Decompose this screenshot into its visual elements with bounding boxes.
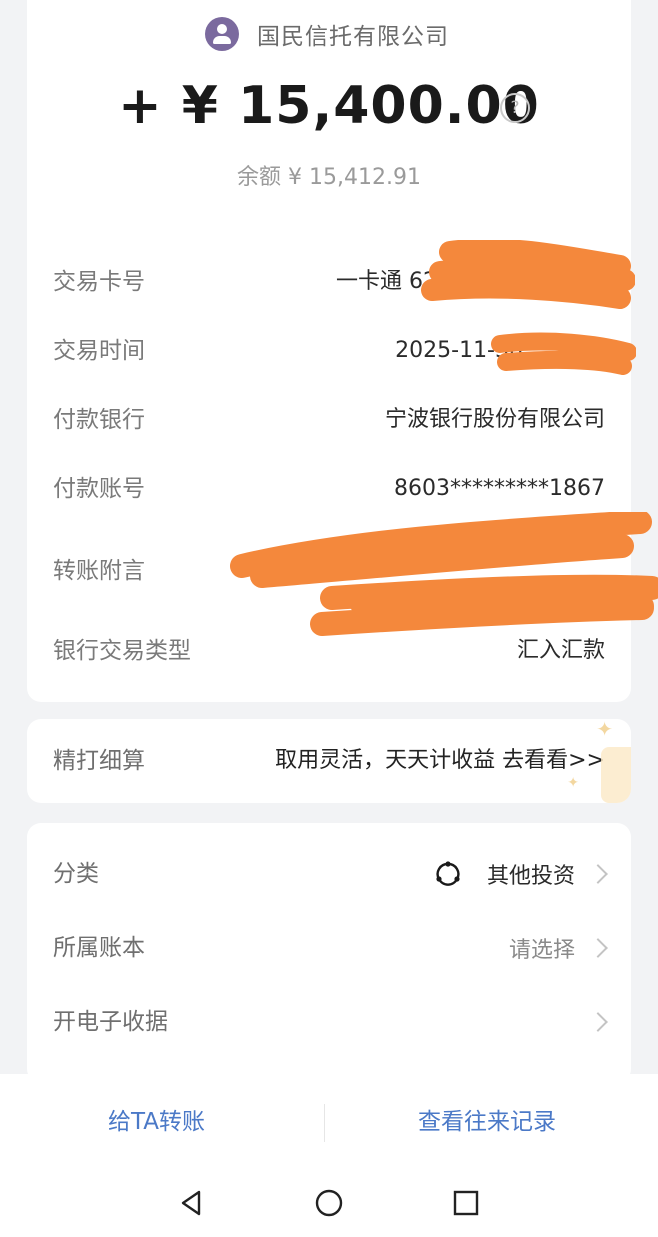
payer-name: 国民信托有限公司 [257, 24, 449, 50]
home-icon[interactable] [314, 1188, 344, 1218]
avatar-icon [205, 17, 239, 51]
detail-label: 银行交易类型 [53, 638, 191, 664]
setting-value: 其他投资 [486, 864, 575, 889]
balance-text: 余额 ¥ 15,412.91 [237, 165, 421, 190]
chevron-right-icon [588, 1012, 608, 1032]
view-history-button[interactable]: 查看往来记录 [418, 1102, 556, 1142]
bottom-action-bar: 给TA转账 查看往来记录 [0, 1074, 658, 1170]
setting-value: 请选择 [508, 938, 575, 963]
detail-row-payer-bank: 付款银行 宁波银行股份有限公司 [27, 400, 631, 440]
detail-row-memo: 转账附言 [27, 551, 631, 591]
detail-label: 付款银行 [53, 407, 145, 433]
detail-row-transaction-type: 银行交易类型 汇入汇款 [27, 631, 631, 671]
help-icon[interactable]: ? [500, 93, 530, 123]
detail-row-payer-account: 付款账号 8603*********1867 [27, 469, 631, 509]
transfer-button[interactable]: 给TA转账 [108, 1102, 205, 1142]
detail-value: 8603*********1867 [394, 476, 605, 501]
detail-label: 转账附言 [53, 558, 145, 584]
payer-header: 国民信托有限公司 [205, 16, 449, 52]
recents-icon[interactable] [451, 1188, 481, 1218]
chevron-right-icon [588, 864, 608, 884]
settings-card: 分类 其他投资 所属账本 请选择 开电子收据 [27, 823, 631, 1083]
sparkle-icon: ✦ [596, 719, 613, 741]
setting-row-receipt[interactable]: 开电子收据 [27, 994, 631, 1050]
setting-right: 其他投资 [435, 854, 608, 894]
setting-row-ledger[interactable]: 所属账本 请选择 [27, 920, 631, 976]
promo-decoration [601, 747, 631, 803]
detail-row-card-number: 交易卡号 一卡通 62 [27, 262, 631, 302]
detail-value: 2025-11-30 [395, 338, 523, 363]
detail-value: 一卡通 62 [336, 269, 437, 294]
sparkle-icon: ✦ [567, 775, 579, 791]
setting-row-category[interactable]: 分类 其他投资 [27, 846, 631, 902]
category-icon [436, 861, 460, 886]
detail-label: 付款账号 [53, 476, 145, 502]
system-nav-bar [0, 1170, 658, 1237]
transaction-detail-card: 国民信托有限公司 + ¥ 15,400.00 ? 余额 ¥ 15,412.91 … [27, 0, 631, 702]
setting-label: 开电子收据 [53, 1009, 168, 1035]
setting-label: 分类 [53, 861, 99, 887]
detail-row-time: 交易时间 2025-11-30 [27, 331, 631, 371]
detail-label: 交易卡号 [53, 269, 145, 295]
detail-value: 汇入汇款 [516, 638, 605, 663]
promo-label: 精打细算 [53, 748, 145, 774]
setting-right [575, 1002, 608, 1042]
chevron-right-icon [588, 938, 608, 958]
back-icon[interactable] [177, 1188, 207, 1218]
detail-label: 交易时间 [53, 338, 145, 364]
promo-card[interactable]: 精打细算 取用灵活，天天计收益 去看看>> ✦ ✦ [27, 719, 631, 803]
setting-label: 所属账本 [53, 935, 145, 961]
transaction-amount: + ¥ 15,400.00 [118, 76, 540, 136]
promo-link[interactable]: 取用灵活，天天计收益 去看看>> [275, 741, 605, 781]
detail-value: 宁波银行股份有限公司 [384, 407, 605, 432]
action-divider [324, 1104, 325, 1142]
setting-right: 请选择 [508, 928, 608, 968]
